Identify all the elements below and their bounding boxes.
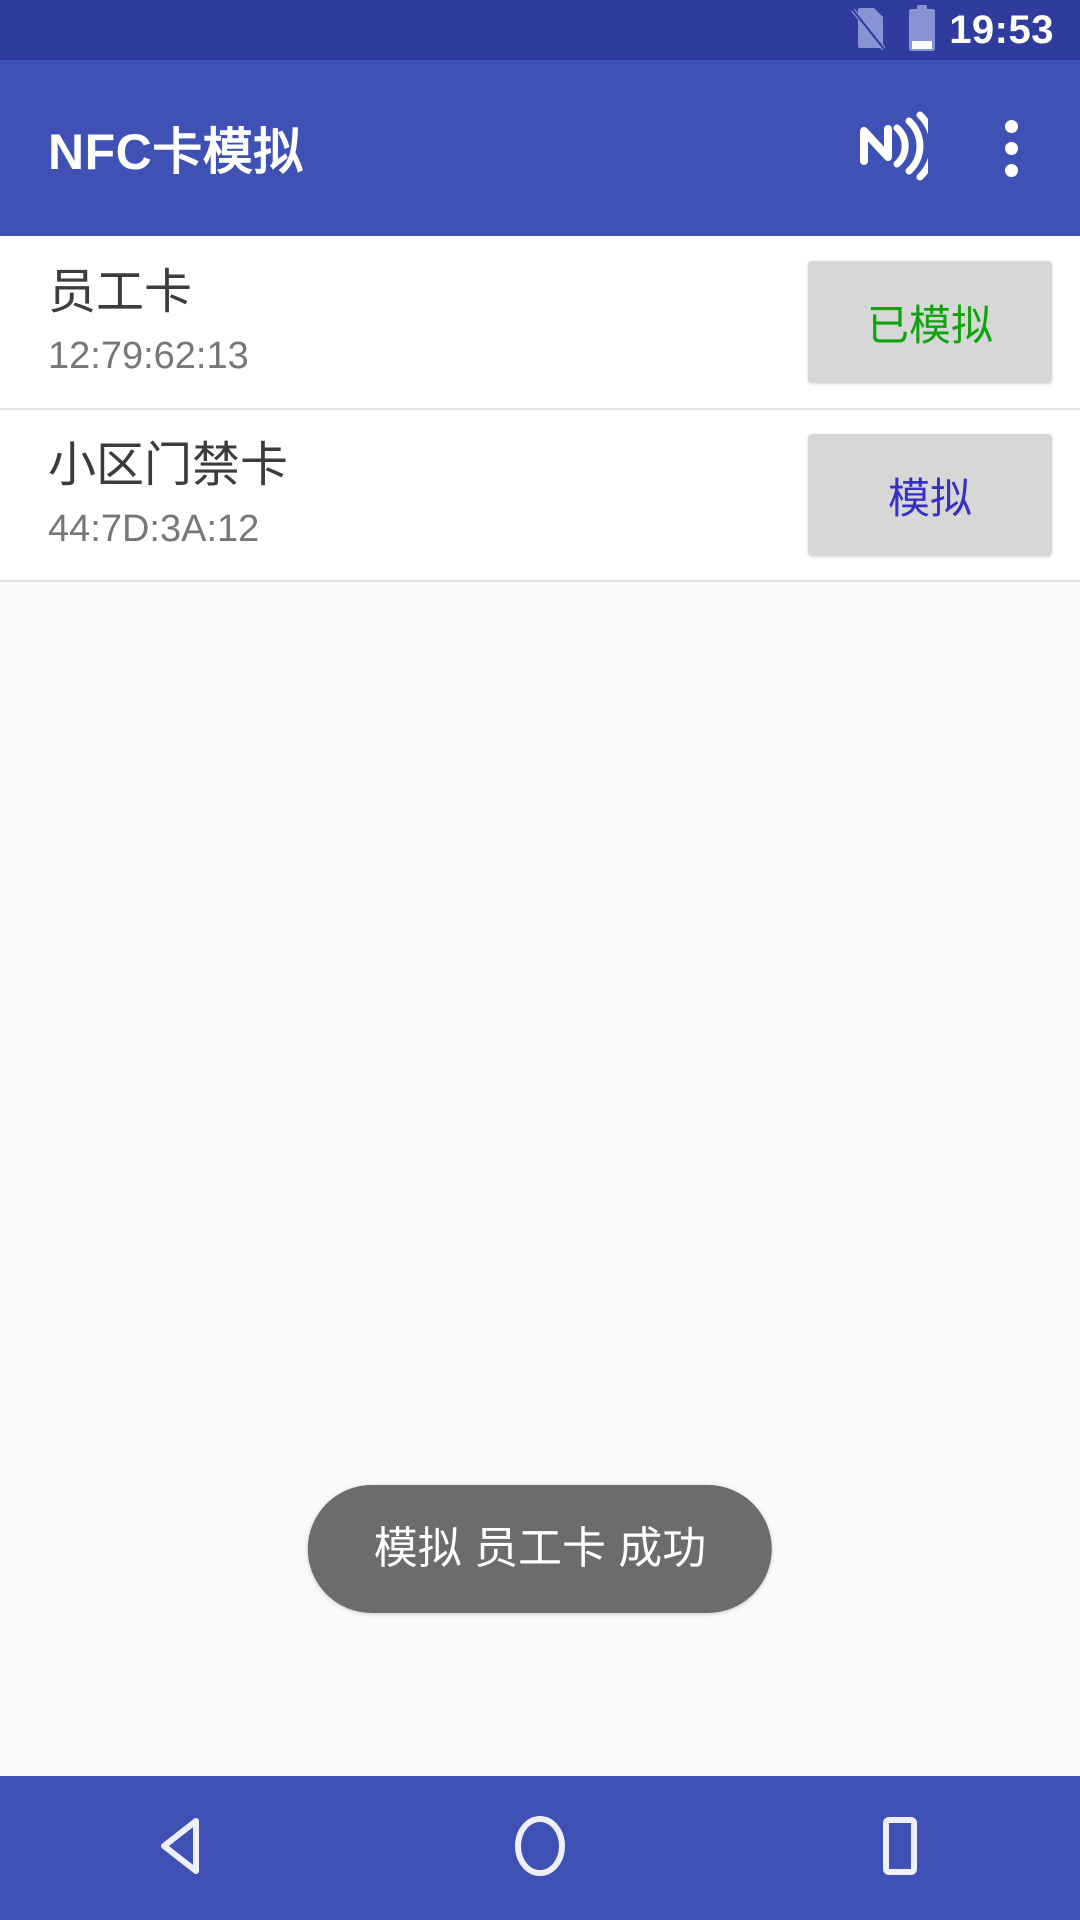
recents-square-icon [872,1815,928,1882]
no-sim-icon [851,6,886,55]
status-bar-clock: 19:53 [949,8,1054,52]
app-title: NFC卡模拟 [48,124,304,180]
battery-icon [907,4,937,56]
phone-screen: 19:53 NFC卡模拟 员工卡 12:79:62:13 已模拟 小区门禁卡 4… [0,0,1080,1920]
card-list: 员工卡 12:79:62:13 已模拟 小区门禁卡 44:7D:3A:12 模拟 [0,236,1080,582]
overflow-menu-icon [1004,119,1018,177]
nfc-toggle-button[interactable] [848,105,937,191]
nav-home-button[interactable] [465,1776,615,1920]
app-bar: NFC卡模拟 [0,60,1080,236]
nav-recents-button[interactable] [825,1776,975,1920]
emulate-button[interactable]: 已模拟 [808,261,1052,383]
home-circle-icon [510,1814,570,1883]
card-name: 员工卡 [48,265,193,319]
nfc-icon [854,111,937,186]
list-item[interactable]: 员工卡 12:79:62:13 已模拟 [0,236,1080,408]
content-area: 模拟 员工卡 成功 [0,582,1080,1776]
card-info: 员工卡 12:79:62:13 [48,264,808,380]
toast-message: 模拟 员工卡 成功 [307,1485,773,1613]
card-name: 小区门禁卡 [48,438,289,492]
back-triangle-icon [152,1816,208,1881]
status-bar: 19:53 [0,0,1080,60]
nav-back-button[interactable] [105,1776,255,1920]
app-bar-actions [848,105,1054,191]
card-uid: 44:7D:3A:12 [48,508,260,551]
list-item[interactable]: 小区门禁卡 44:7D:3A:12 模拟 [0,408,1080,580]
status-bar-icons [851,4,937,56]
card-info: 小区门禁卡 44:7D:3A:12 [48,437,808,553]
overflow-menu-button[interactable] [968,105,1054,191]
emulate-button[interactable]: 模拟 [808,434,1052,556]
card-uid: 12:79:62:13 [48,335,249,378]
navigation-bar [0,1776,1080,1920]
